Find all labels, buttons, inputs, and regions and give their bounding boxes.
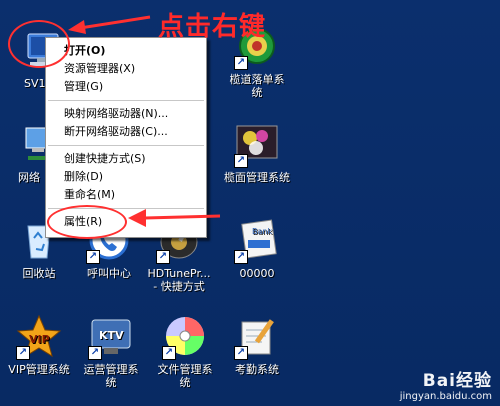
arrow-to-computer-icon xyxy=(68,15,151,34)
watermark-brand: Bai经验 xyxy=(422,371,492,391)
baidu-watermark: Bai经验 jingyan.baidu.com xyxy=(400,366,492,402)
annotation-label: 点击右键 xyxy=(158,12,267,42)
watermark-url: jingyan.baidu.com xyxy=(399,391,492,402)
annotation-arrows xyxy=(68,15,221,227)
arrow-to-properties-icon xyxy=(128,209,221,227)
